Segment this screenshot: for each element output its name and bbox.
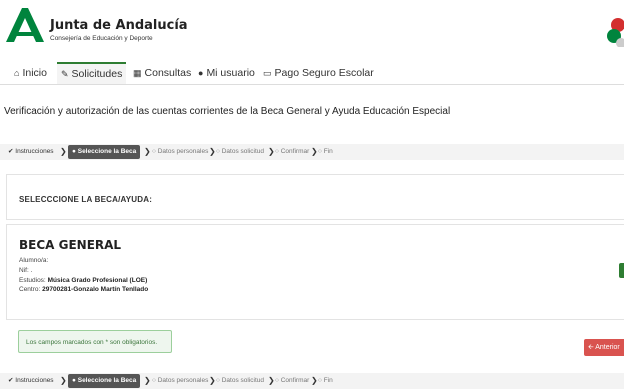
- required-fields-alert: Los campos marcados con * son obligatori…: [18, 330, 172, 353]
- nav-item-mi-usuario[interactable]: ● Mi usuario: [198, 62, 255, 84]
- nav-label: Inicio: [22, 67, 47, 79]
- select-beca-panel: SELECCCIONE LA BECA/AYUDA:: [6, 174, 624, 220]
- nif-value: .: [30, 267, 33, 274]
- step-label: Datos solicitud: [221, 148, 265, 155]
- step-label: Seleccione la Beca: [77, 148, 137, 155]
- alumno-label: Alumno/a:: [19, 257, 49, 264]
- step-label: Confirmar: [280, 377, 310, 384]
- wizard-steps-bottom: ✔ Instrucciones ❯ ● Seleccione la Beca ❯…: [0, 373, 624, 389]
- home-icon: ⌂: [14, 68, 20, 78]
- estudios-row: Estudios: Música Grado Profesional (LOE): [19, 277, 147, 284]
- step-label: Seleccione la Beca: [77, 377, 137, 384]
- anterior-label: Anterior: [595, 344, 620, 351]
- centro-label: Centro:: [19, 286, 41, 293]
- junta-andalucia-logo: [6, 8, 44, 42]
- step-label: Datos personales: [157, 148, 209, 155]
- nav-item-solicitudes[interactable]: ✎ Solicitudes: [57, 62, 127, 84]
- estudios-value: Música Grado Profesional (LOE): [47, 277, 148, 284]
- nif-row: Nif: .: [19, 267, 32, 274]
- select-beca-button[interactable]: [619, 263, 624, 278]
- chevron-right-icon: ❯: [60, 376, 67, 385]
- step-label: Datos personales: [157, 377, 209, 384]
- step-instrucciones[interactable]: ✔ Instrucciones: [8, 373, 54, 389]
- step-seleccione-beca[interactable]: ● Seleccione la Beca: [68, 145, 141, 159]
- nif-label: Nif:: [19, 267, 29, 274]
- chevron-right-icon: ❯: [144, 147, 151, 156]
- nav-item-inicio[interactable]: ⌂ Inicio: [14, 62, 47, 84]
- centro-value: 29700281-Gonzalo Martín Tenllado: [42, 286, 149, 293]
- step-label: Datos solicitud: [221, 377, 265, 384]
- pencil-icon: ✎: [61, 69, 69, 79]
- brand-title: Junta de Andalucía: [50, 18, 188, 33]
- chevron-right-icon: ❯: [268, 376, 275, 385]
- chevron-right-icon: ❯: [144, 376, 151, 385]
- nav-item-consultas[interactable]: ▦ Consultas: [133, 62, 191, 84]
- select-beca-label: SELECCCIONE LA BECA/AYUDA:: [19, 195, 153, 204]
- step-datos-solicitud: ○ Datos solicitud: [216, 377, 265, 384]
- decorative-logo-icon: [607, 18, 624, 47]
- chevron-right-icon: ❯: [268, 147, 275, 156]
- step-confirmar: ○ Confirmar: [275, 148, 310, 155]
- step-label: Instrucciones: [15, 148, 54, 155]
- step-label: Fin: [323, 377, 333, 384]
- app-header: Junta de Andalucía Consejería de Educaci…: [0, 0, 624, 62]
- brand-subtitle: Consejería de Educación y Deporte: [50, 35, 153, 42]
- chevron-right-icon: ❯: [60, 147, 67, 156]
- credit-card-icon: ▭: [263, 68, 272, 78]
- step-fin: ○ Fin: [318, 377, 333, 384]
- step-fin: ○ Fin: [318, 148, 333, 155]
- alumno-row: Alumno/a:: [19, 257, 48, 264]
- nav-label: Mi usuario: [206, 67, 255, 79]
- chevron-right-icon: ❯: [209, 147, 216, 156]
- step-instrucciones[interactable]: ✔ Instrucciones: [8, 144, 54, 160]
- chevron-right-icon: ❯: [209, 376, 216, 385]
- step-label: Confirmar: [280, 148, 310, 155]
- main-nav: ⌂ Inicio ✎ Solicitudes ▦ Consultas ● Mi usua…: [0, 62, 624, 85]
- beca-title: BECA GENERAL: [19, 238, 122, 252]
- step-label: Instrucciones: [15, 377, 54, 384]
- nav-label: Solicitudes: [71, 68, 123, 80]
- step-datos-solicitud: ○ Datos solicitud: [216, 148, 265, 155]
- user-icon: ●: [198, 68, 204, 78]
- arrow-left-icon: 🡨: [588, 344, 594, 351]
- nav-label: Consultas: [144, 67, 192, 79]
- chevron-right-icon: ❯: [311, 147, 318, 156]
- step-datos-personales: ○ Datos personales: [152, 377, 209, 384]
- beca-card[interactable]: BECA GENERAL Alumno/a: Nif: . Estudios: …: [6, 224, 624, 320]
- table-icon: ▦: [133, 68, 142, 78]
- nav-label: Pago Seguro Escolar: [274, 67, 374, 79]
- wizard-steps: ✔ Instrucciones ❯ ● Seleccione la Beca ❯…: [0, 144, 624, 160]
- step-datos-personales: ○ Datos personales: [152, 148, 209, 155]
- step-label: Fin: [323, 148, 333, 155]
- page-title: Verificación y autorización de las cuent…: [4, 106, 451, 117]
- step-confirmar: ○ Confirmar: [275, 377, 310, 384]
- step-seleccione-beca[interactable]: ● Seleccione la Beca: [68, 374, 141, 388]
- anterior-button[interactable]: 🡨 Anterior: [584, 339, 624, 356]
- estudios-label: Estudios:: [19, 277, 46, 284]
- nav-item-pago-seguro[interactable]: ▭ Pago Seguro Escolar: [263, 62, 374, 84]
- centro-row: Centro: 29700281-Gonzalo Martín Tenllado: [19, 286, 148, 293]
- chevron-right-icon: ❯: [311, 376, 318, 385]
